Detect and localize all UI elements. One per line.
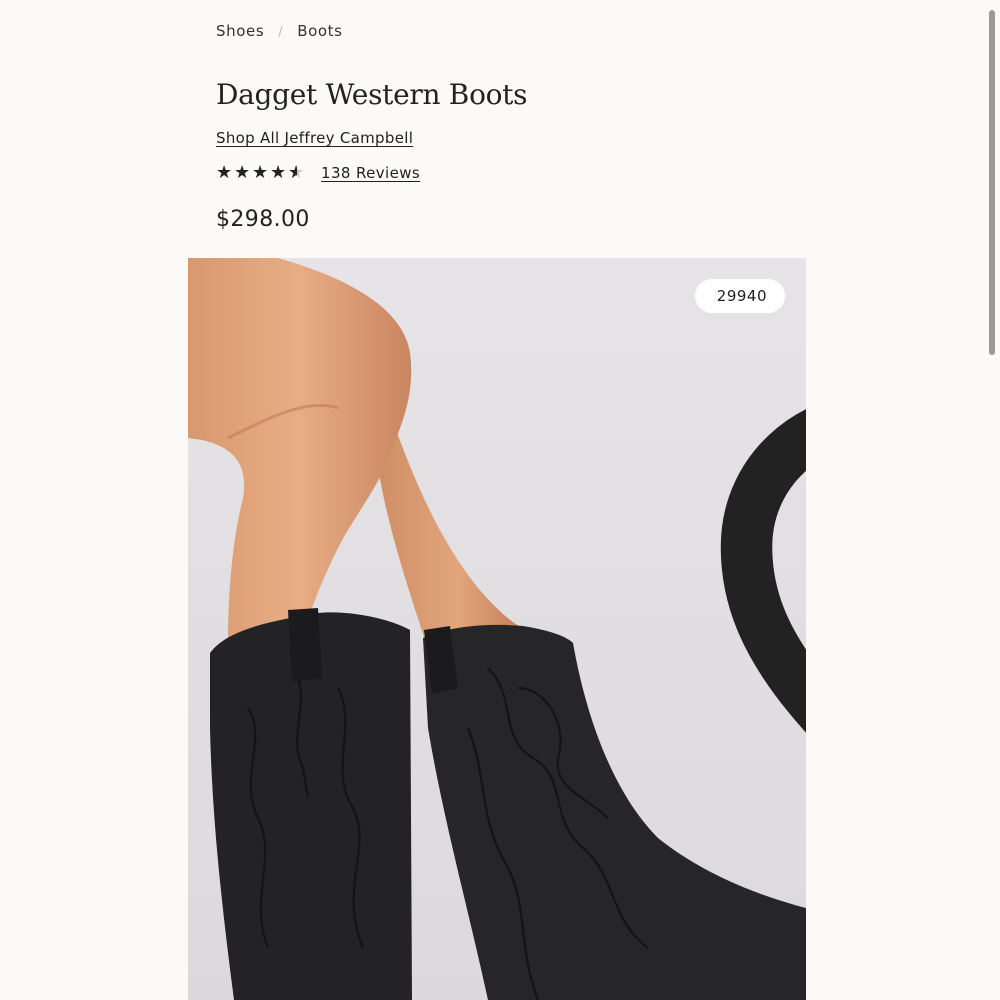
star-icon: ★ [234, 162, 251, 183]
star-icon: ★ [216, 162, 233, 183]
breadcrumb-separator: / [278, 25, 284, 40]
breadcrumb-shoes[interactable]: Shoes [216, 22, 264, 40]
product-price: $298.00 [216, 207, 310, 232]
heart-icon [720, 409, 806, 733]
product-image[interactable]: 29940 [188, 258, 806, 1000]
reviews-link[interactable]: 138 Reviews [321, 164, 420, 182]
rating-stars: ★ ★ ★ ★ ★ ★ [216, 164, 306, 182]
breadcrumb: Shoes / Boots [216, 22, 343, 40]
half-star-icon: ★ ★ [288, 162, 305, 183]
star-icon: ★ [270, 162, 287, 183]
product-rating: ★ ★ ★ ★ ★ ★ 138 Reviews [216, 164, 420, 183]
scrollbar-thumb[interactable] [989, 10, 995, 355]
wishlist-button[interactable]: 29940 [694, 279, 806, 733]
breadcrumb-boots[interactable]: Boots [297, 22, 342, 40]
shop-brand-link[interactable]: Shop All Jeffrey Campbell [216, 129, 413, 147]
star-icon: ★ [252, 162, 269, 183]
product-title: Dagget Western Boots [216, 78, 528, 111]
